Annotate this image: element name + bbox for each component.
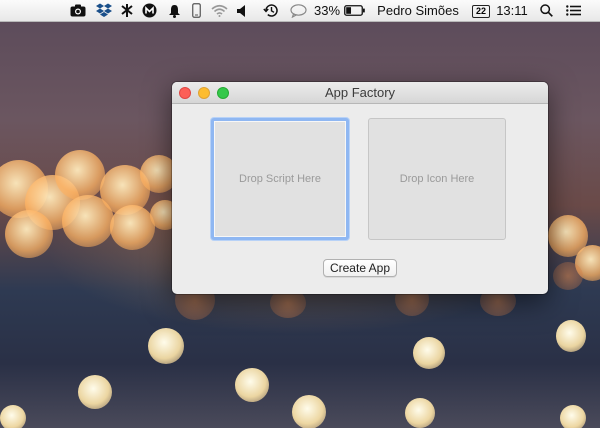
bokeh-light — [148, 328, 184, 364]
app-factory-window: App Factory Drop Script Here Drop Icon H… — [172, 82, 548, 294]
battery-percent: 33% — [313, 3, 341, 18]
bokeh-light — [413, 337, 445, 369]
bokeh-light — [110, 205, 155, 250]
volume-icon[interactable] — [233, 0, 251, 21]
messages-icon[interactable] — [287, 0, 309, 21]
user-name[interactable]: Pedro Simões — [374, 0, 462, 21]
menu-bar: 33% Pedro Simões 22 13:11 — [0, 0, 600, 22]
bokeh-light — [405, 398, 435, 428]
window-title: App Factory — [324, 85, 396, 100]
bokeh-light — [5, 210, 53, 258]
calendar-day: 22 — [472, 4, 490, 18]
bokeh-light — [235, 368, 269, 402]
bokeh-light — [292, 395, 326, 428]
bokeh-light — [553, 262, 583, 290]
time-machine-icon[interactable] — [260, 0, 282, 21]
bokeh-light — [78, 375, 112, 409]
m-badge-icon[interactable] — [139, 0, 159, 21]
notification-bell-icon[interactable] — [164, 0, 184, 21]
create-app-button[interactable]: Create App — [323, 259, 397, 277]
drop-script-zone[interactable]: Drop Script Here — [211, 118, 349, 240]
drop-script-label: Drop Script Here — [239, 173, 321, 185]
bokeh-light — [556, 320, 586, 352]
drop-icon-zone[interactable]: Drop Icon Here — [368, 118, 506, 240]
window-titlebar[interactable]: App Factory — [172, 82, 548, 104]
network-tool-icon[interactable] — [117, 0, 137, 21]
menubar-clock[interactable]: 13:11 — [496, 0, 528, 21]
dropbox-icon[interactable] — [94, 0, 114, 21]
drop-icon-label: Drop Icon Here — [399, 173, 475, 185]
bokeh-light — [55, 150, 105, 200]
spotlight-search-icon[interactable] — [536, 0, 556, 21]
wifi-icon[interactable] — [208, 0, 230, 21]
bokeh-light — [0, 405, 26, 428]
calendar-day-icon[interactable]: 22 — [470, 0, 492, 21]
camera-icon[interactable] — [68, 0, 88, 21]
phone-icon[interactable] — [186, 0, 206, 21]
battery-icon[interactable] — [342, 0, 366, 21]
bokeh-light — [560, 405, 586, 428]
battery-level-fill — [345, 7, 351, 14]
notification-center-icon[interactable] — [562, 0, 584, 21]
